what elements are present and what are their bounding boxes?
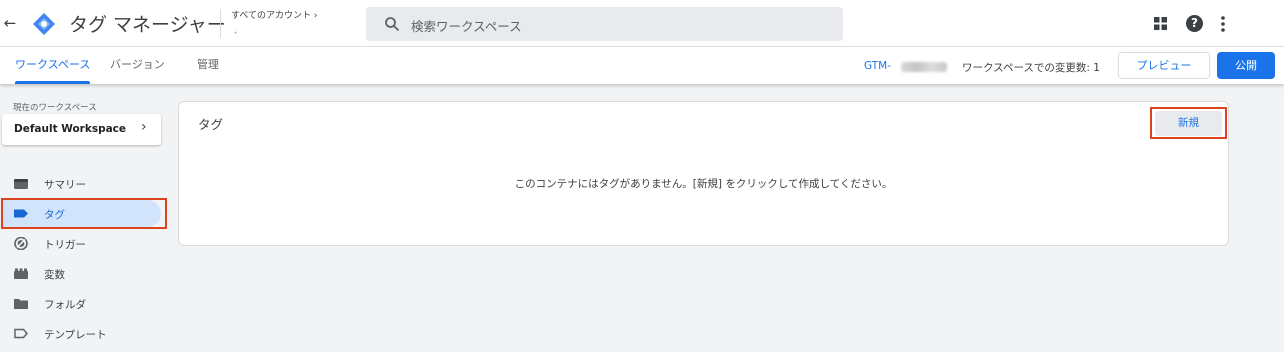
workspace-changes-count: ワークスペースでの変更数: 1	[962, 62, 1100, 74]
search-icon	[385, 17, 400, 32]
tab-admin-label: 管理	[197, 58, 219, 71]
back-arrow-icon[interactable]: ←	[2, 12, 18, 34]
chevron-right-icon: ›	[141, 119, 147, 135]
sidebar-item-variables[interactable]: 変数	[2, 260, 161, 287]
sidebar-item-templates[interactable]: テンプレート	[2, 320, 161, 347]
highlight-box-tags	[1, 198, 167, 229]
apps-grid-icon[interactable]	[1154, 17, 1167, 30]
sidebar-item-label: 変数	[44, 269, 65, 281]
active-tab-indicator	[15, 81, 91, 84]
sidebar-item-triggers[interactable]: トリガー	[2, 230, 161, 257]
summary-icon	[14, 179, 28, 189]
workspace-selector[interactable]: Default Workspace ›	[2, 114, 161, 145]
tags-card: タグ 新規 このコンテナにはタグがありません。[新規] をクリックして作成してく…	[178, 101, 1229, 246]
sidebar-item-label: テンプレート	[44, 329, 107, 341]
search-bar[interactable]: 検索ワークスペース	[366, 7, 843, 41]
sidebar-item-label: サマリー	[44, 179, 86, 191]
tab-workspace-label: ワークスペース	[15, 58, 91, 71]
workspace-tab-bar: ワークスペース バージョン 管理 GTM- ワークスペースでの変更数: 1 プレ…	[0, 47, 1284, 84]
more-vert-icon[interactable]	[1215, 14, 1231, 34]
highlight-box-new	[1150, 107, 1227, 139]
card-title: タグ	[198, 117, 224, 132]
search-input[interactable]: 検索ワークスペース	[411, 16, 522, 35]
variables-icon	[14, 268, 28, 279]
preview-button[interactable]: プレビュー	[1118, 52, 1210, 79]
sidebar-item-label: フォルダ	[44, 299, 86, 311]
sidebar-item-label: トリガー	[44, 239, 86, 251]
workspace-name: Default Workspace	[14, 123, 127, 135]
template-icon	[14, 328, 28, 339]
container-id-redacted	[901, 62, 947, 72]
account-switcher[interactable]: すべてのアカウント ›	[231, 8, 318, 21]
publish-button[interactable]: 公開	[1217, 52, 1275, 79]
chevron-right-icon: ›	[313, 11, 318, 21]
app-title: タグ マネージャー	[69, 14, 226, 36]
sidebar-item-summary[interactable]: サマリー	[2, 170, 161, 197]
accounts-label: すべてのアカウント	[231, 11, 312, 21]
tab-admin[interactable]: 管理	[197, 47, 219, 84]
tab-versions[interactable]: バージョン	[110, 47, 165, 84]
tab-versions-label: バージョン	[110, 58, 165, 71]
trigger-icon	[14, 237, 28, 250]
folder-icon	[14, 299, 28, 309]
account-name: ・	[231, 29, 241, 39]
top-app-bar: ← タグ マネージャー すべてのアカウント › ・ 検索ワークスペース ?	[0, 0, 1284, 47]
empty-state-message: このコンテナにはタグがありません。[新規] をクリックして作成してください。	[514, 178, 893, 190]
current-workspace-label: 現在のワークスペース	[13, 103, 97, 113]
header-divider	[220, 9, 221, 38]
container-id[interactable]: GTM-	[864, 60, 891, 72]
tag-manager-logo-icon[interactable]	[32, 12, 56, 36]
tab-workspace[interactable]: ワークスペース	[15, 47, 91, 84]
sidebar-item-folders[interactable]: フォルダ	[2, 290, 161, 317]
help-icon[interactable]: ?	[1186, 15, 1203, 32]
